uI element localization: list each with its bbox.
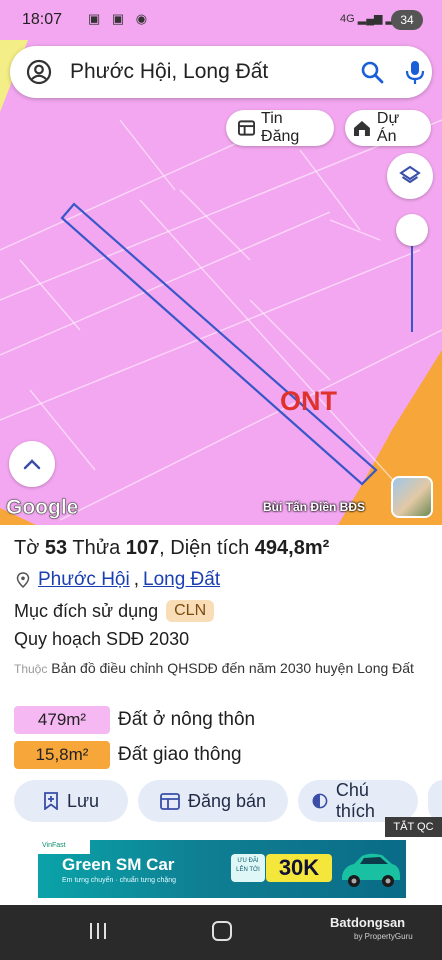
network-type: 4G bbox=[340, 13, 355, 25]
zone-label-ont: ONT bbox=[280, 386, 338, 416]
more-actions-button[interactable] bbox=[428, 780, 442, 822]
opacity-slider-track[interactable] bbox=[411, 238, 413, 332]
car-icon bbox=[342, 853, 400, 887]
account-icon[interactable] bbox=[26, 59, 52, 85]
ad-brand: Green SM Car bbox=[62, 855, 175, 874]
ad-banner[interactable]: VinFast Green SM Car Em tưng chuyến · ch… bbox=[38, 840, 406, 898]
ad-tagline: Em tưng chuyến · chuẩn tưng chặng bbox=[62, 877, 177, 884]
listings-chip[interactable]: Tin Đăng bbox=[226, 110, 334, 146]
site-logo-sub: by PropertyGuru bbox=[354, 932, 413, 941]
projects-chip[interactable]: Dự Án bbox=[345, 110, 431, 146]
search-input[interactable]: Phước Hội, Long Đất bbox=[70, 60, 268, 84]
listings-chip-label: Tin Đăng bbox=[261, 110, 300, 145]
home-button[interactable] bbox=[212, 921, 232, 941]
status-bar: 18:07 ▣ ▣ ◉ 4G ▂▄▆ ▂▄▆ 34 bbox=[0, 0, 442, 40]
search-icon[interactable] bbox=[360, 60, 384, 84]
purpose-code-badge: CLN bbox=[166, 600, 215, 622]
sheet-label: Tờ bbox=[14, 537, 40, 559]
status-time: 18:07 bbox=[22, 11, 63, 28]
ad-offer-caption: ƯU ĐÃI LÊN TỚI bbox=[231, 854, 265, 882]
projects-chip-label: Dự Án bbox=[376, 110, 400, 145]
map-view[interactable]: ONT 18:07 ▣ ▣ ◉ 4G ▂▄▆ ▂▄▆ 34 Phước Hội,… bbox=[0, 0, 442, 525]
expand-sheet-button[interactable] bbox=[9, 441, 55, 487]
action-buttons: Lưu Đăng bán Chú thích bbox=[14, 780, 442, 822]
legend-button[interactable]: Chú thích bbox=[298, 780, 418, 822]
save-button-label: Lưu bbox=[66, 790, 100, 811]
parcel-info-sheet: Tờ 53 Thửa 107, Diện tích 494,8m² Phước … bbox=[0, 525, 442, 905]
watermark-text: Bùi Tấn Điền BĐS bbox=[263, 500, 366, 514]
battery-indicator: 34 bbox=[391, 10, 423, 30]
area-value: 494,8m² bbox=[254, 537, 330, 559]
microphone-icon[interactable] bbox=[404, 59, 426, 85]
ad-sponsor-logo: VinFast bbox=[38, 840, 90, 854]
post-button-label: Đăng bán bbox=[187, 790, 267, 811]
location-pin-icon bbox=[16, 572, 30, 588]
google-logo: Google bbox=[6, 496, 79, 520]
project-building-icon bbox=[353, 120, 370, 136]
area-type-label: Đất ở nông thôn bbox=[118, 709, 256, 730]
chevron-up-icon bbox=[23, 459, 41, 470]
watermark-avatar bbox=[391, 476, 433, 518]
listing-board-icon bbox=[160, 792, 180, 810]
address-district-link[interactable]: Long Đất bbox=[143, 569, 220, 591]
notification-icons: ▣ ▣ ◉ bbox=[88, 11, 152, 26]
purpose-label: Mục đích sử dụng bbox=[14, 600, 159, 621]
recents-icon[interactable] bbox=[88, 922, 108, 940]
parcel-title: Tờ 53 Thửa 107, Diện tích 494,8m² bbox=[14, 537, 329, 560]
save-button[interactable]: Lưu bbox=[14, 780, 128, 822]
area-label: , Diện tích bbox=[159, 537, 250, 559]
plan-source: Thuộc Bản đồ điều chỉnh QHSDĐ đến năm 20… bbox=[14, 658, 434, 680]
legend-button-label: Chú thích bbox=[335, 780, 375, 821]
listings-icon bbox=[238, 120, 256, 136]
selected-parcel-outline bbox=[60, 202, 378, 486]
opacity-slider-handle[interactable] bbox=[396, 214, 428, 246]
layers-button[interactable] bbox=[387, 153, 433, 199]
contrast-icon bbox=[312, 793, 328, 809]
system-navigation-bar: Batdongsan by PropertyGuru bbox=[0, 905, 442, 960]
post-for-sale-button[interactable]: Đăng bán bbox=[138, 780, 288, 822]
area-value-badge: 15,8m² bbox=[14, 741, 110, 769]
bookmark-add-icon bbox=[44, 792, 58, 810]
plot-number: 107 bbox=[125, 537, 160, 559]
plan-title: Quy hoạch SDĐ 2030 bbox=[14, 629, 190, 649]
area-row-transport: 15,8m² Đất giao thông bbox=[14, 740, 242, 770]
source-text: Bản đồ điều chỉnh QHSDĐ đến năm 2030 huy… bbox=[51, 660, 414, 676]
layers-icon bbox=[399, 165, 421, 184]
source-prefix: Thuộc bbox=[14, 662, 48, 676]
parcel-address: Phước Hội, Long Đất bbox=[16, 569, 220, 591]
address-ward-link[interactable]: Phước Hội bbox=[38, 569, 130, 591]
area-row-residential: 479m² Đất ở nông thôn bbox=[14, 705, 255, 735]
land-use-purpose: Mục đích sử dụng CLN bbox=[14, 600, 215, 622]
address-separator: , bbox=[133, 569, 139, 590]
site-logo: Batdongsan bbox=[330, 915, 406, 930]
search-bar[interactable]: Phước Hội, Long Đất bbox=[10, 46, 432, 98]
map-parcel-lines bbox=[0, 109, 442, 521]
area-value-badge: 479m² bbox=[14, 706, 110, 734]
sheet-number: 53 bbox=[44, 537, 68, 559]
plot-label: Thửa bbox=[72, 537, 121, 559]
area-type-label: Đất giao thông bbox=[118, 744, 242, 765]
close-ad-button[interactable]: TẮT QC bbox=[385, 817, 442, 837]
ad-offer-value: 30K bbox=[266, 854, 332, 882]
